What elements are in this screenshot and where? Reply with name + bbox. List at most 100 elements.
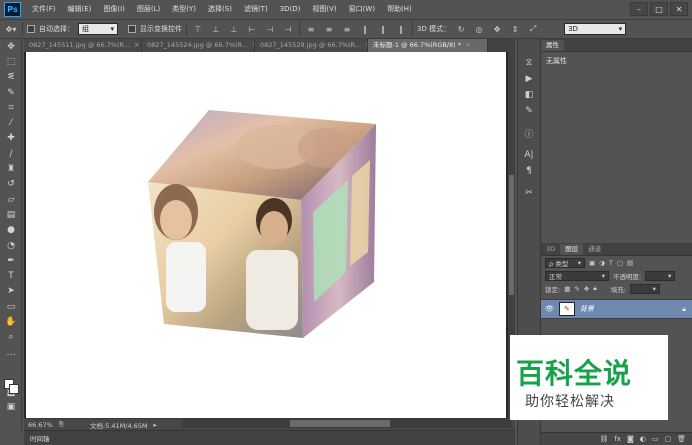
close-icon[interactable]: ✕ [465, 39, 470, 52]
lock-pixels-icon[interactable]: ✎ [574, 285, 579, 293]
adjustment-layer-icon[interactable]: ◐ [640, 435, 646, 443]
align-bottom-icon[interactable]: ⊥ [227, 22, 241, 36]
menu-edit[interactable]: 编辑(E) [62, 0, 98, 19]
doc-tab-2[interactable]: 0827_145524.jpg @ 66.7%(R...✕ [142, 39, 255, 52]
close-icon[interactable]: ✕ [134, 39, 139, 52]
filter-type-icon[interactable]: T [609, 259, 613, 267]
tab-channels[interactable]: 通道 [583, 244, 606, 255]
tab-layers[interactable]: 图层 [560, 244, 584, 255]
filter-shape-icon[interactable]: ▢ [617, 259, 623, 267]
quick-select-tool-icon[interactable]: ✎ [0, 85, 22, 100]
filter-adjust-icon[interactable]: ◑ [599, 259, 605, 267]
distribute-hcenter-icon[interactable]: ‖ [376, 22, 390, 36]
align-top-icon[interactable]: ⊤ [191, 22, 205, 36]
export-icon[interactable]: ⎘ [59, 420, 64, 429]
align-vcenter-icon[interactable]: ⊥ [209, 22, 223, 36]
distribute-top-icon[interactable]: ≡ [304, 22, 318, 36]
doc-tab-active[interactable]: 未标题-1 @ 66.7%(RGB/8) * ✕ [368, 39, 488, 52]
filter-pixel-icon[interactable]: ▣ [589, 259, 595, 267]
adjustments-icon[interactable]: ◧ [518, 87, 540, 103]
menu-window[interactable]: 窗口(W) [343, 0, 381, 19]
lock-transparent-icon[interactable]: ▦ [564, 285, 570, 293]
blend-mode-dropdown[interactable]: 正常 ▾ [545, 270, 609, 281]
distribute-bottom-icon[interactable]: ≡ [340, 22, 354, 36]
eraser-tool-icon[interactable]: ▱ [0, 192, 22, 207]
move-tool-icon[interactable]: ✥ [0, 39, 22, 54]
type-tool-icon[interactable]: T [0, 268, 22, 283]
scale-3d-icon[interactable]: ⤢ [526, 22, 540, 36]
eyedropper-tool-icon[interactable]: ⁄ [0, 115, 22, 130]
more-tools-icon[interactable]: … [0, 345, 22, 360]
zoom-tool-icon[interactable]: ⌕ [0, 330, 22, 345]
show-transform-checkbox[interactable] [128, 25, 136, 33]
auto-select-checkbox[interactable] [27, 25, 35, 33]
fx-icon[interactable]: fx [614, 435, 621, 443]
menu-layer[interactable]: 图层(L) [131, 0, 166, 19]
align-left-icon[interactable]: ⊢ [245, 22, 259, 36]
brush-settings-icon[interactable]: ✎ [518, 103, 540, 119]
new-group-icon[interactable]: ▭ [652, 435, 659, 443]
history-icon[interactable]: ⧖ [518, 55, 540, 71]
drag-3d-icon[interactable]: ✥ [490, 22, 504, 36]
tab-properties[interactable]: 属性 [541, 40, 564, 51]
layer-filter-dropdown[interactable]: ρ 类型 ▾ [545, 257, 585, 268]
dodge-tool-icon[interactable]: ◔ [0, 238, 22, 253]
crop-tool-icon[interactable]: ⌗ [0, 100, 22, 115]
character-icon[interactable]: A| [518, 147, 540, 163]
hand-tool-icon[interactable]: ✋ [0, 314, 22, 329]
info-icon[interactable]: ⓘ [518, 125, 540, 141]
menu-file[interactable]: 文件(F) [26, 0, 62, 19]
close-button[interactable]: ✕ [670, 2, 688, 16]
menu-filter[interactable]: 滤镜(T) [238, 0, 274, 19]
pen-tool-icon[interactable]: ✒ [0, 253, 22, 268]
healing-brush-icon[interactable]: ✚ [0, 131, 22, 146]
menu-3d[interactable]: 3D(D) [274, 0, 307, 19]
brush-tool-icon[interactable]: ∕ [0, 146, 22, 161]
vertical-scroll-thumb[interactable] [509, 175, 514, 295]
move-tool-preset-icon[interactable]: ✥▾ [4, 22, 18, 36]
filter-smart-icon[interactable]: ▤ [627, 259, 633, 267]
menu-image[interactable]: 图像(I) [97, 0, 131, 19]
lasso-tool-icon[interactable]: ᓬ [0, 70, 22, 85]
doc-tab-3[interactable]: 0827_145529.jpg @ 66.7%(R...✕ [255, 39, 368, 52]
clone-stamp-icon[interactable]: ♜ [0, 161, 22, 176]
tool-presets-icon[interactable]: ✂ [518, 185, 540, 201]
menu-type[interactable]: 类型(Y) [166, 0, 202, 19]
align-right-icon[interactable]: ⊣ [281, 22, 295, 36]
document-canvas[interactable] [26, 52, 506, 418]
rotate-3d-icon[interactable]: ↻ [454, 22, 468, 36]
slide-3d-icon[interactable]: ⇕ [508, 22, 522, 36]
menu-select[interactable]: 选择(S) [202, 0, 238, 19]
layer-row-background[interactable]: 👁︎ ✎ 背景 🔒︎ [541, 299, 692, 319]
visibility-eye-icon[interactable]: 👁︎ [545, 305, 554, 313]
distribute-vcenter-icon[interactable]: ≡ [322, 22, 336, 36]
menu-view[interactable]: 视图(V) [306, 0, 342, 19]
timeline-panel-tab[interactable]: 时间轴 [24, 430, 515, 445]
actions-icon[interactable]: ▶ [518, 71, 540, 87]
add-mask-icon[interactable]: ◙ [627, 435, 634, 443]
history-brush-icon[interactable]: ↺ [0, 177, 22, 192]
zoom-level[interactable]: 66.67% [28, 421, 53, 429]
opacity-field[interactable]: ▾ [645, 270, 676, 281]
new-layer-icon[interactable]: ▢ [664, 435, 671, 443]
link-layers-icon[interactable]: ⛓ [599, 435, 608, 443]
tab-3d[interactable]: 3D [541, 244, 560, 255]
fill-field[interactable]: ▾ [629, 283, 660, 294]
align-hcenter-icon[interactable]: ⊣ [263, 22, 277, 36]
background-color-swatch[interactable] [9, 384, 19, 394]
paragraph-icon[interactable]: ¶ [518, 163, 540, 179]
doc-tab-1[interactable]: 0827_145511.jpg @ 66.7%(R... ✕ [24, 39, 142, 52]
horizontal-scroll-thumb[interactable] [290, 420, 390, 427]
status-menu-arrow-icon[interactable]: ▸ [154, 421, 157, 429]
trash-icon[interactable]: 🗑︎ [677, 435, 686, 443]
distribute-right-icon[interactable]: ‖ [394, 22, 408, 36]
auto-select-dropdown[interactable]: 组 ▾ [78, 23, 118, 35]
marquee-tool-icon[interactable]: ⬚ [0, 54, 22, 69]
gradient-tool-icon[interactable]: ▤ [0, 207, 22, 222]
shape-tool-icon[interactable]: ▭ [0, 299, 22, 314]
workspace-dropdown[interactable]: 3D ▾ [564, 23, 627, 35]
minimize-button[interactable]: – [630, 2, 648, 16]
blur-tool-icon[interactable]: ● [0, 223, 22, 238]
roll-3d-icon[interactable]: ◎ [472, 22, 486, 36]
distribute-left-icon[interactable]: ‖ [358, 22, 372, 36]
